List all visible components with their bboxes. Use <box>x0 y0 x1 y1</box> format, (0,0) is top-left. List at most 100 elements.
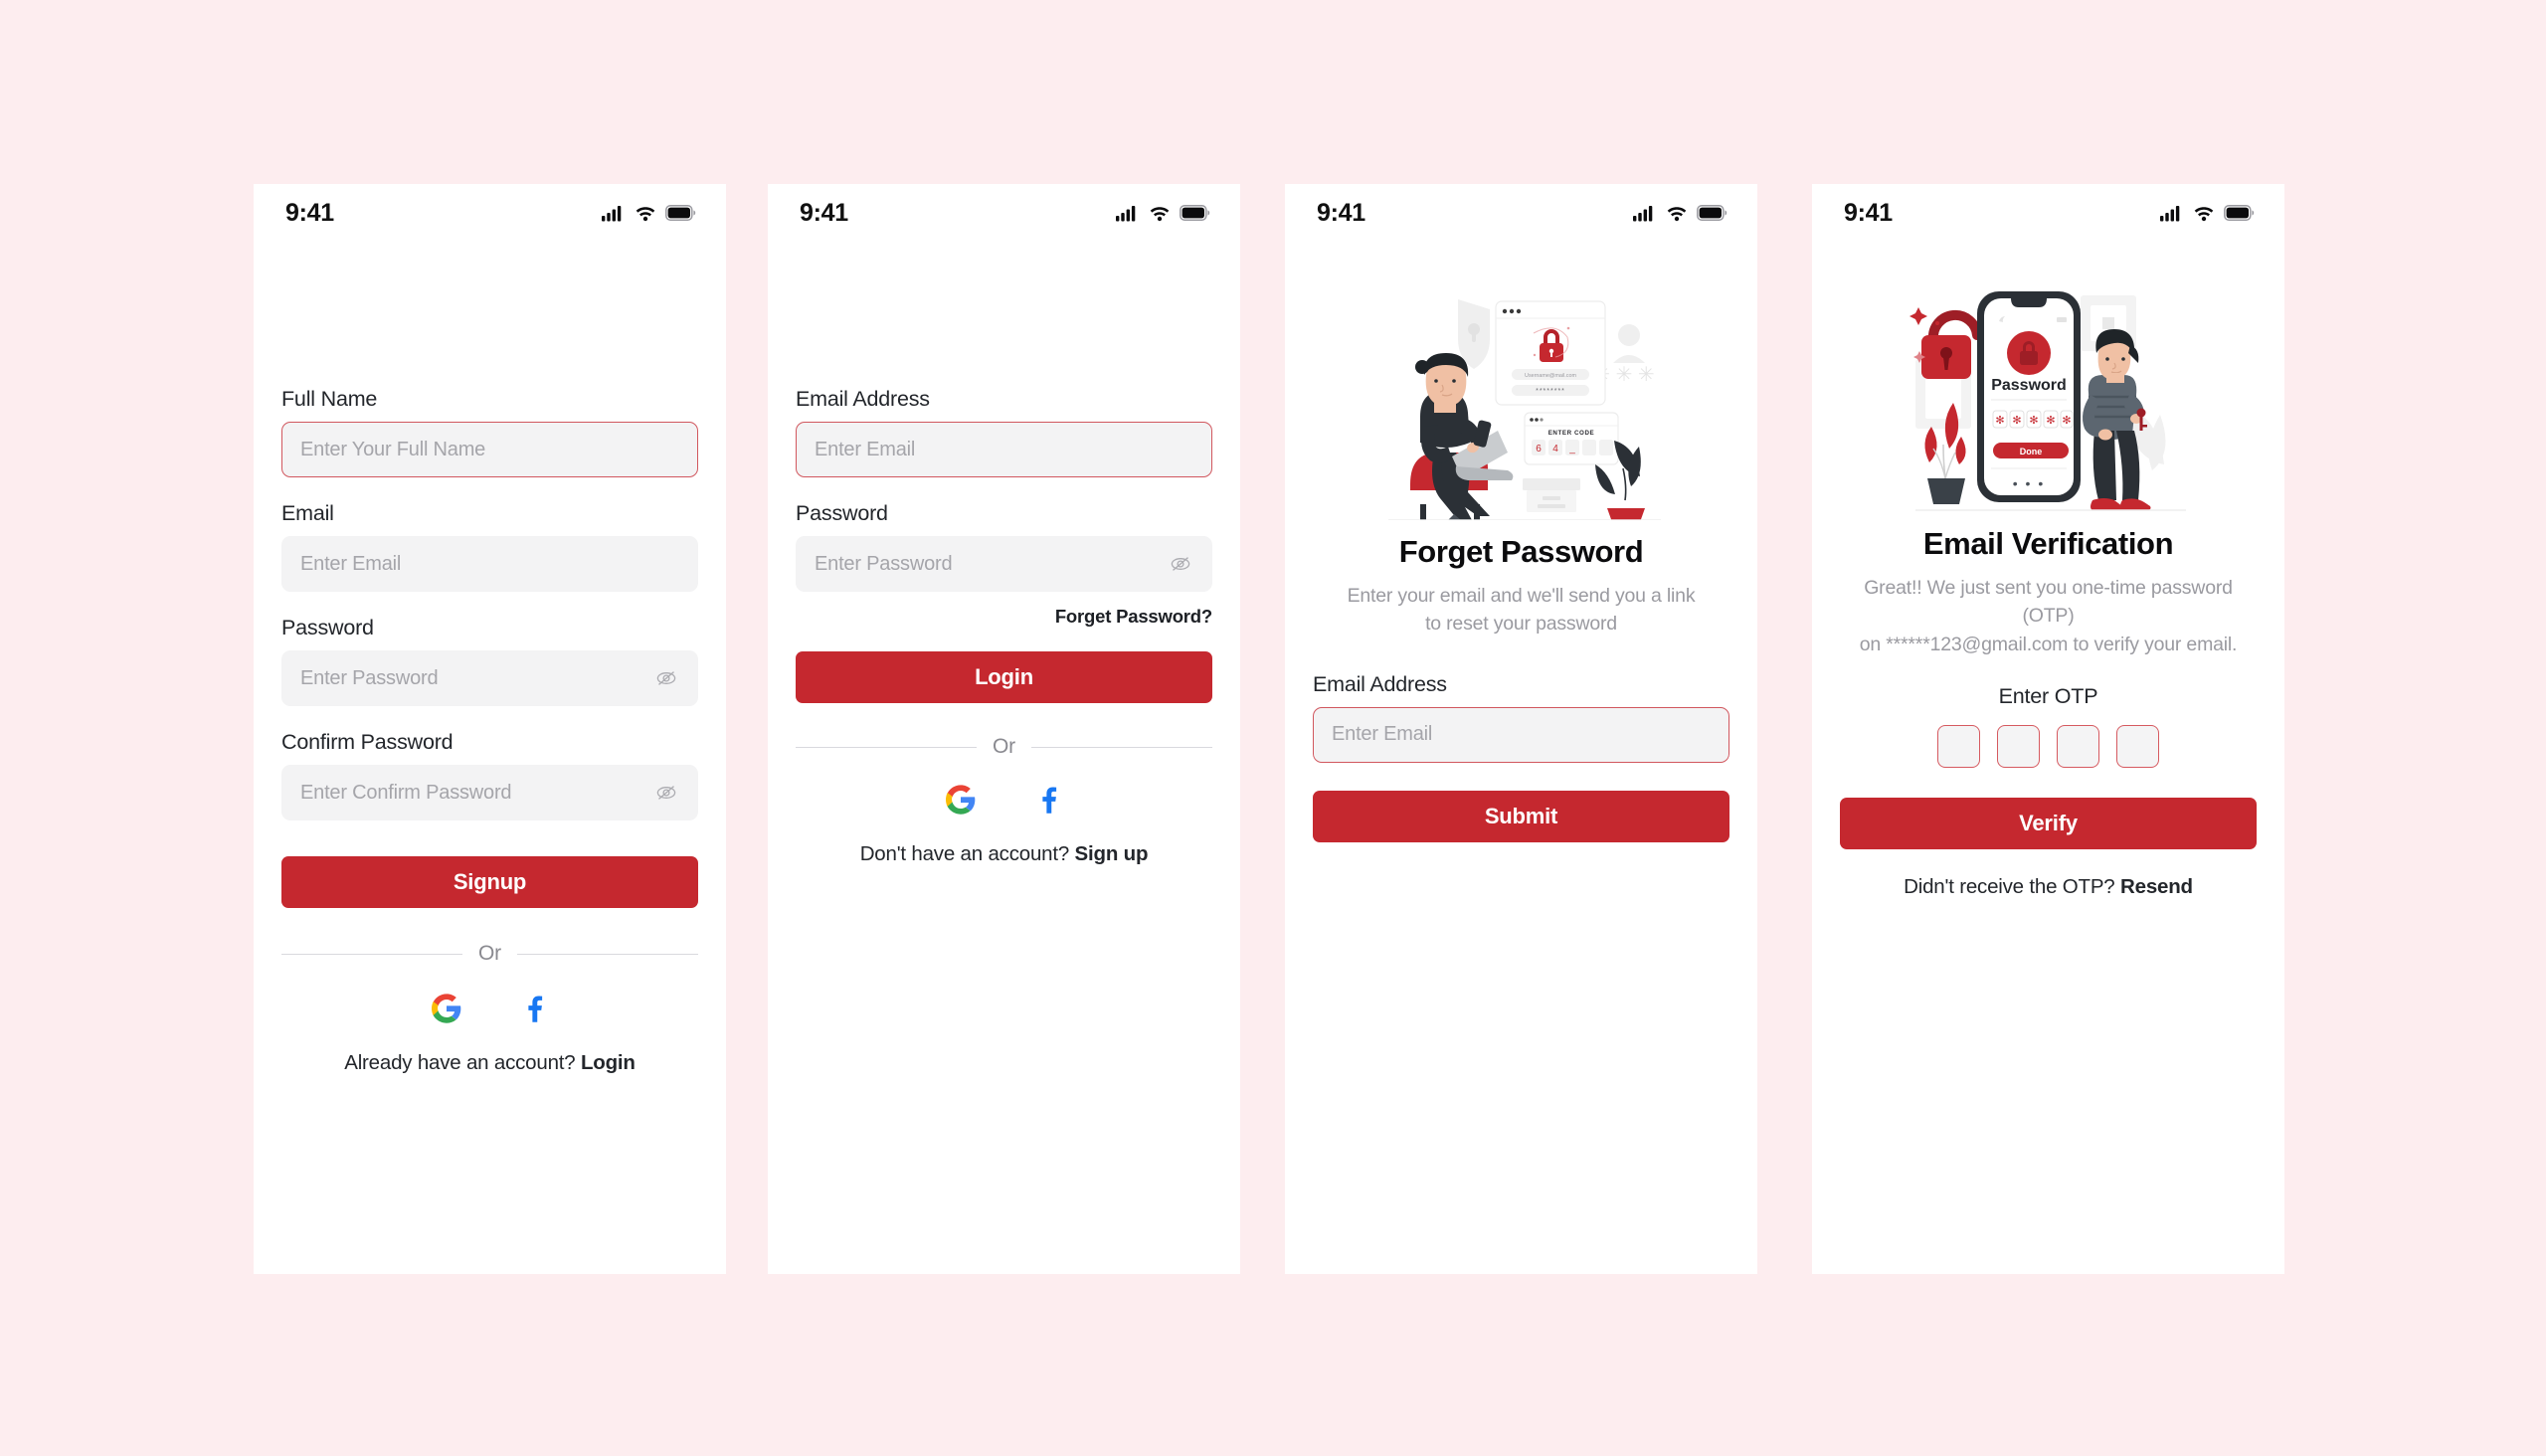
field-label-email-address: Email Address <box>1313 671 1447 696</box>
password-placeholder: Enter Password <box>815 552 953 575</box>
status-bar-time: 9:41 <box>800 198 848 227</box>
email-input[interactable]: Enter Email <box>281 536 698 592</box>
wifi-icon <box>635 205 656 222</box>
password-input[interactable]: Enter Password <box>796 536 1212 592</box>
screens-board: 9:41 Full Name Enter Your Full Name Emai… <box>0 0 2546 1456</box>
signup-button[interactable]: Signup <box>281 856 698 908</box>
field-label-confirm-password: Confirm Password <box>281 730 454 754</box>
eye-off-icon[interactable] <box>653 782 679 804</box>
otp-digit-3[interactable] <box>2057 724 2099 768</box>
wifi-icon <box>1666 205 1688 222</box>
field-label-password: Password <box>281 616 374 639</box>
illustration-phone-button: Done <box>2019 447 2042 456</box>
divider-line-right <box>516 953 698 955</box>
status-bar-icons <box>602 205 696 222</box>
otp-digit-4[interactable] <box>2116 724 2159 768</box>
page-title: Email Verification <box>1922 526 2174 561</box>
eye-off-icon[interactable] <box>1168 553 1193 575</box>
status-bar-icons <box>2160 205 2255 222</box>
signup-link[interactable]: Sign up <box>1075 842 1149 865</box>
status-bar-icons <box>1633 205 1728 222</box>
facebook-signin-button[interactable] <box>1031 783 1065 817</box>
submit-button[interactable]: Submit <box>1313 790 1729 842</box>
divider-line-left <box>281 953 463 955</box>
status-bar: 9:41 <box>1285 184 1757 242</box>
status-bar-time: 9:41 <box>1844 198 1893 227</box>
login-link[interactable]: Login <box>581 1051 636 1074</box>
email-placeholder: Enter Email <box>1332 723 1433 746</box>
cellular-signal-icon <box>1116 205 1140 222</box>
subtitle-line-1: Great!! We just sent you one-time passwo… <box>1864 577 2233 628</box>
battery-icon <box>1180 205 1210 221</box>
facebook-signin-button[interactable] <box>517 992 551 1025</box>
email-verification-content: Email Verification Great!! We just sent … <box>1812 526 2284 899</box>
google-signin-button[interactable] <box>430 992 463 1025</box>
login-form: Email Address Enter Email Password Enter… <box>768 387 1240 866</box>
email-placeholder: Enter Email <box>300 552 402 575</box>
status-bar: 9:41 <box>1812 184 2284 242</box>
full-name-input[interactable]: Enter Your Full Name <box>281 422 698 477</box>
resend-link[interactable]: Resend <box>2120 875 2193 898</box>
eye-off-icon[interactable] <box>653 667 679 689</box>
otp-digit-1[interactable] <box>1937 724 1980 768</box>
social-login-row <box>281 992 698 1025</box>
subtitle-line-2: on ******123@gmail.com to verify your em… <box>1859 633 2238 655</box>
email-verification-screen: 9:41 Password ✻ ✻ ✻ ✻ ✻ Done • • • Email… <box>1812 184 2284 1274</box>
wifi-icon <box>2193 205 2215 222</box>
divider-line-right <box>1030 746 1212 748</box>
svg-text:6: 6 <box>1536 444 1542 455</box>
svg-text:✻: ✻ <box>1995 415 2004 427</box>
full-name-placeholder: Enter Your Full Name <box>300 438 486 460</box>
battery-icon <box>1697 205 1728 221</box>
svg-text:✻: ✻ <box>2062 415 2071 427</box>
cellular-signal-icon <box>2160 205 2184 222</box>
field-label-email: Email <box>281 501 334 525</box>
login-prompt-text: Already have an account? <box>344 1051 581 1074</box>
google-signin-button[interactable] <box>944 783 978 817</box>
signup-screen: 9:41 Full Name Enter Your Full Name Emai… <box>254 184 726 1274</box>
wifi-icon <box>1149 205 1171 222</box>
svg-text:✻: ✻ <box>2029 415 2038 427</box>
or-divider: Or <box>281 942 698 966</box>
verify-button[interactable]: Verify <box>1840 797 2257 849</box>
confirm-password-placeholder: Enter Confirm Password <box>300 781 512 804</box>
email-input[interactable]: Enter Email <box>796 422 1212 477</box>
forgot-password-illustration: ✳ ✳ ✳ Username@mail.com ******** ENTER C… <box>1285 272 1757 520</box>
field-label-email-address: Email Address <box>796 387 930 411</box>
password-input[interactable]: Enter Password <box>281 650 698 706</box>
subtitle-line-1: Enter your email and we'll send you a li… <box>1347 585 1696 607</box>
illustration-browser-password: ******** <box>1536 388 1565 395</box>
svg-text:✻: ✻ <box>2012 415 2021 427</box>
email-input[interactable]: Enter Email <box>1313 706 1729 763</box>
divider-label: Or <box>993 735 1015 758</box>
field-email-address: Email Address Enter Email <box>796 387 1212 477</box>
forgot-password-content: Forget Password Enter your email and we'… <box>1285 534 1757 842</box>
illustration-phone-title: Password <box>1991 377 2067 394</box>
illustration-code-title: ENTER CODE <box>1547 430 1594 437</box>
otp-input-row <box>1840 724 2257 768</box>
forget-password-link[interactable]: Forget Password? <box>796 606 1212 628</box>
otp-digit-2[interactable] <box>1997 724 2040 768</box>
battery-icon <box>665 205 696 221</box>
login-button[interactable]: Login <box>796 651 1212 703</box>
confirm-password-input[interactable]: Enter Confirm Password <box>281 765 698 820</box>
login-screen: 9:41 Email Address Enter Email Password … <box>768 184 1240 1274</box>
